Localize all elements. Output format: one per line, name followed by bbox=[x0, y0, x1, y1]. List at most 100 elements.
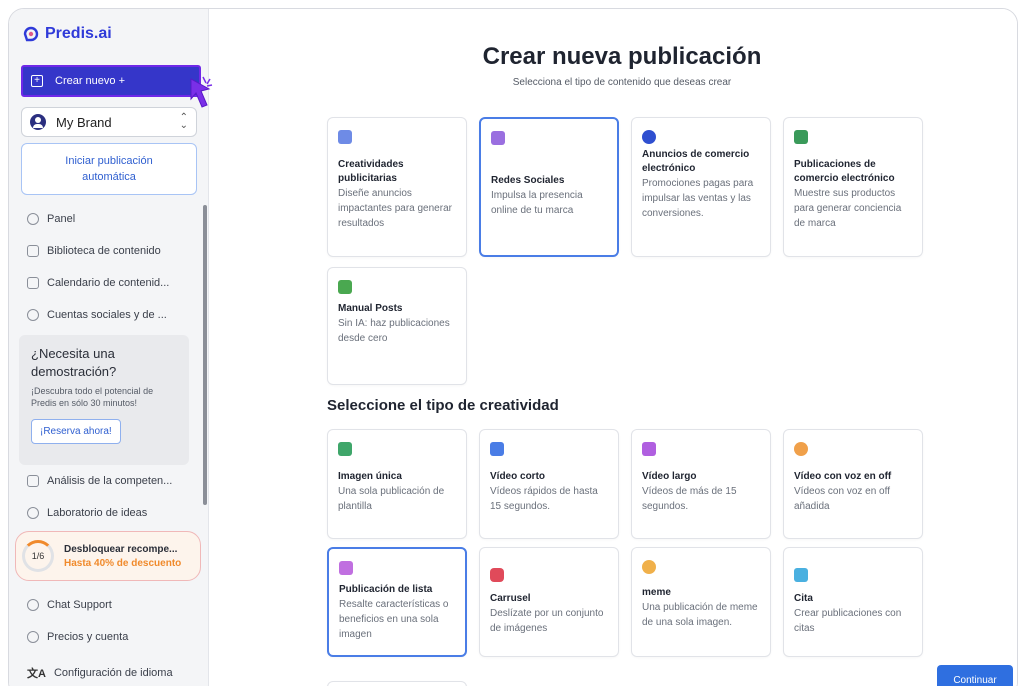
content-type-card-ecommerce-ads[interactable]: Anuncios de comercio electrónico Promoci… bbox=[631, 117, 771, 257]
sidebar-item-label: Panel bbox=[47, 213, 76, 225]
create-new-button[interactable]: + Crear nuevo + bbox=[21, 65, 201, 97]
language-icon: 文A bbox=[27, 668, 46, 680]
sidebar-item-label: Cuentas sociales y de ... bbox=[47, 309, 167, 321]
shop-icon bbox=[794, 130, 808, 144]
card-description: Vídeos rápidos de hasta 15 segundos. bbox=[490, 486, 598, 512]
page-title: Crear nueva publicación bbox=[482, 43, 762, 70]
demo-title: ¿Necesita una demostración? bbox=[31, 346, 117, 379]
calendar-icon bbox=[27, 277, 39, 289]
edit-icon bbox=[491, 131, 505, 145]
unlock-rewards-card[interactable]: 1/6 Desbloquear recompe... Hasta 40% de … bbox=[15, 531, 201, 581]
film-icon bbox=[642, 442, 656, 456]
card-title: meme bbox=[642, 587, 671, 598]
plus-icon: + bbox=[31, 75, 43, 87]
creative-card-meme[interactable]: meme Una publicación de meme de una sola… bbox=[631, 547, 771, 657]
creative-card-short-video[interactable]: Vídeo corto Vídeos rápidos de hasta 15 s… bbox=[479, 429, 619, 539]
card-title: Cita bbox=[794, 593, 813, 604]
sidebar-item-label: Laboratorio de ideas bbox=[47, 507, 148, 519]
card-title: Imagen única bbox=[338, 471, 402, 482]
image-icon bbox=[338, 442, 352, 456]
auto-publish-button[interactable]: Iniciar publicación automática bbox=[21, 143, 197, 195]
page-subtitle: Selecciona el tipo de contenido que dese… bbox=[512, 77, 732, 88]
card-description: Una sola publicación de plantilla bbox=[338, 486, 445, 512]
card-description: Impulsa la presencia online de tu marca bbox=[491, 190, 583, 216]
brand-select[interactable]: My Brand ⌃ ⌄ bbox=[21, 107, 197, 137]
card-title: Anuncios de comercio electrónico bbox=[642, 149, 750, 174]
creative-card-carousel[interactable]: Carrusel Deslízate por un conjunto de im… bbox=[479, 547, 619, 657]
emoji-icon bbox=[642, 560, 656, 574]
sidebar-item-label: Análisis de la competen... bbox=[47, 475, 173, 487]
continue-button[interactable]: Continuar bbox=[937, 665, 1013, 686]
content-type-card-social[interactable]: Redes Sociales Impulsa la presencia onli… bbox=[479, 117, 619, 257]
sidebar-item-panel[interactable]: Panel bbox=[27, 213, 75, 225]
demo-subtitle: ¡Descubra todo el potencial de Predis en… bbox=[31, 386, 154, 408]
star-badge-icon bbox=[642, 130, 656, 144]
card-description: Una publicación de meme de una sola imag… bbox=[642, 602, 758, 628]
quote-icon bbox=[794, 568, 808, 582]
sidebar-scrollbar[interactable] bbox=[203, 205, 207, 505]
lab-icon bbox=[27, 507, 39, 519]
sidebar-item-pricing[interactable]: Precios y cuenta bbox=[27, 631, 128, 643]
megaphone-icon bbox=[338, 280, 352, 294]
sidebar-item-label: Configuración de idioma bbox=[53, 667, 173, 679]
content-type-card-ads[interactable]: Creatividades publicitarias Diseñe anunc… bbox=[327, 117, 467, 257]
sidebar: Predis.ai + Crear nuevo + My Brand ⌃ ⌄ In… bbox=[9, 9, 213, 686]
sidebar-item-language[interactable]: 文A Configuración de idioma bbox=[27, 665, 173, 681]
sidebar-item-calendar[interactable]: Calendario de contenid... bbox=[27, 277, 169, 289]
card-description: Sin IA: haz publicaciones desde cero bbox=[338, 318, 450, 344]
sidebar-item-label: Calendario de contenid... bbox=[47, 277, 170, 289]
card-title: Vídeo corto bbox=[490, 471, 546, 482]
app-window: Predis.ai + Crear nuevo + My Brand ⌃ ⌄ In… bbox=[8, 8, 1018, 686]
list-icon bbox=[339, 561, 353, 575]
card-title: Manual Posts bbox=[338, 303, 403, 314]
home-icon bbox=[27, 213, 39, 225]
creative-card-single-image[interactable]: Imagen única Una sola publicación de pla… bbox=[327, 429, 467, 539]
sidebar-item-library[interactable]: Biblioteca de contenido bbox=[27, 245, 161, 257]
card-description: Muestre sus productos para generar conci… bbox=[794, 188, 902, 229]
card-title: Redes Sociales bbox=[491, 175, 565, 186]
creative-card-voiceover-video[interactable]: Vídeo con voz en off Vídeos con voz en o… bbox=[783, 429, 923, 539]
card-description: Diseñe anuncios impactantes para generar… bbox=[338, 188, 452, 229]
chart-icon bbox=[27, 475, 39, 487]
creative-card-partial[interactable] bbox=[327, 681, 467, 686]
section-title: Seleccione el tipo de creatividad bbox=[327, 397, 559, 414]
creative-card-list-post[interactable]: Publicación de lista Resalte característ… bbox=[327, 547, 467, 657]
logo-icon bbox=[23, 26, 39, 42]
unlock-subtitle: Hasta 40% de descuento bbox=[64, 557, 182, 569]
globe-icon bbox=[27, 309, 39, 321]
card-title: Publicación de lista bbox=[339, 584, 433, 595]
logo[interactable]: Predis.ai bbox=[23, 25, 112, 43]
user-icon bbox=[30, 114, 46, 130]
folder-icon bbox=[27, 245, 39, 257]
creative-card-quote[interactable]: Cita Crear publicaciones con citas bbox=[783, 547, 923, 657]
account-icon bbox=[27, 631, 39, 643]
card-title: Creatividades publicitarias bbox=[338, 159, 404, 184]
card-description: Vídeos con voz en off añadida bbox=[794, 486, 890, 512]
card-description: Vídeos de más de 15 segundos. bbox=[642, 486, 737, 512]
sidebar-item-label: Biblioteca de contenido bbox=[47, 245, 161, 257]
demo-card: ¿Necesita una demostración? ¡Descubra to… bbox=[19, 335, 189, 465]
card-title: Vídeo largo bbox=[642, 471, 697, 482]
card-description: Deslízate por un conjunto de imágenes bbox=[490, 608, 604, 634]
creative-card-long-video[interactable]: Vídeo largo Vídeos de más de 15 segundos… bbox=[631, 429, 771, 539]
support-icon bbox=[27, 599, 39, 611]
content-type-card-ecommerce-posts[interactable]: Publicaciones de comercio electrónico Mu… bbox=[783, 117, 923, 257]
sidebar-item-competitor-analysis[interactable]: Análisis de la competen... bbox=[27, 475, 172, 487]
card-description: Resalte características o beneficios en … bbox=[339, 599, 449, 640]
sidebar-item-chat-support[interactable]: Chat Support bbox=[27, 599, 112, 611]
brand-select-value: My Brand bbox=[56, 114, 112, 130]
progress-ring: 1/6 bbox=[22, 540, 54, 572]
sidebar-item-idea-lab[interactable]: Laboratorio de ideas bbox=[27, 507, 147, 519]
unlock-title: Desbloquear recompe... bbox=[64, 543, 178, 555]
sidebar-item-label: Chat Support bbox=[47, 599, 112, 611]
content-type-card-manual[interactable]: Manual Posts Sin IA: haz publicaciones d… bbox=[327, 267, 467, 385]
voice-icon bbox=[794, 442, 808, 456]
main-content: Crear nueva publicación Selecciona el ti… bbox=[225, 9, 1017, 686]
sidebar-item-social-accounts[interactable]: Cuentas sociales y de ... bbox=[27, 309, 167, 321]
chevron-updown-icon: ⌃ ⌄ bbox=[179, 112, 188, 131]
card-title: Publicaciones de comercio electrónico bbox=[794, 159, 895, 184]
document-icon bbox=[338, 130, 352, 144]
card-title: Carrusel bbox=[490, 593, 531, 604]
book-demo-button[interactable]: ¡Reserva ahora! bbox=[31, 419, 121, 444]
logo-text: Predis.ai bbox=[45, 25, 112, 42]
